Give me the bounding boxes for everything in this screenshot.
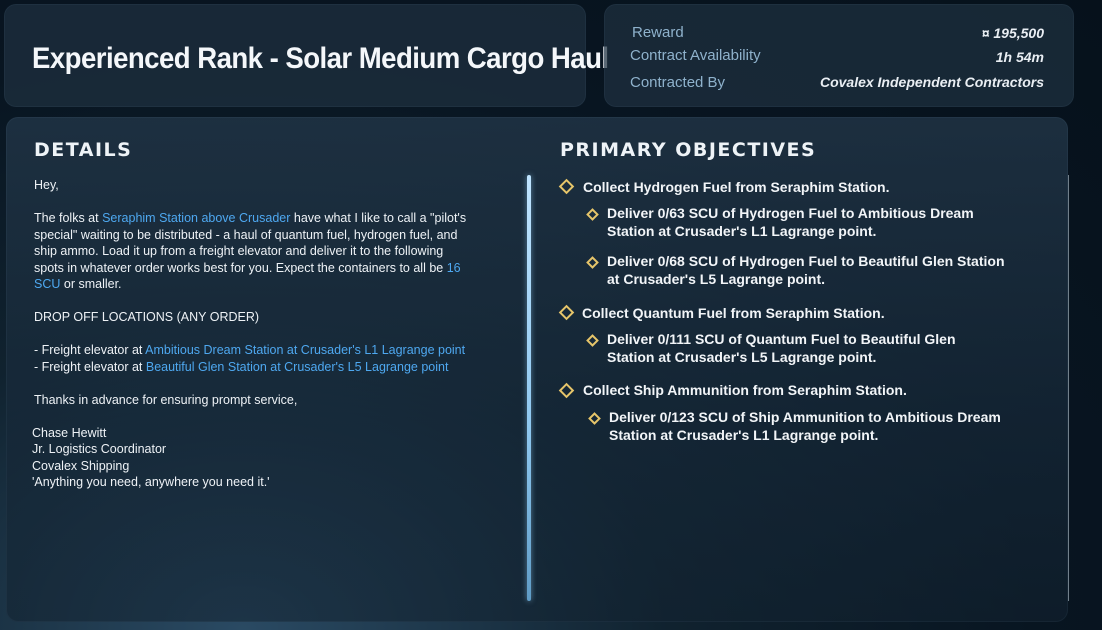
details-body[interactable]: Hey, The folks at Seraphim Station above… [32, 177, 474, 507]
objectives-heading: PRIMARY OBJECTIVES [560, 139, 817, 161]
objective-main-2: Collect Quantum Fuel from Seraphim Stati… [582, 305, 885, 321]
ambitious-dream-link[interactable]: Ambitious Dream Station at Crusader's L1… [145, 343, 465, 357]
sub-objective-marker-icon [586, 256, 599, 269]
thanks-text: Thanks in advance for ensuring prompt se… [34, 392, 298, 407]
dropoff-item-2: - Freight elevator at Beautiful Glen Sta… [34, 359, 449, 374]
dropoff-heading: DROP OFF LOCATIONS (ANY ORDER) [34, 310, 260, 324]
details-heading: DETAILS [34, 139, 133, 161]
greeting: Hey, [34, 178, 59, 192]
sub-objective-marker-icon [586, 334, 599, 347]
details-paragraph: The folks at Seraphim Station above Crus… [34, 211, 467, 291]
contract-info-panel: Reward ¤ 195,500 Contract Availability 1… [604, 4, 1074, 107]
contract-main-panel: DETAILS Hey, The folks at Seraphim Stati… [6, 117, 1069, 622]
details-scrollbar[interactable] [527, 175, 531, 601]
objective-sub-2-1: Deliver 0/111 SCU of Quantum Fuel to Bea… [607, 331, 956, 365]
signature-name: Chase Hewitt [32, 425, 107, 440]
objective-main-3: Collect Ship Ammunition from Seraphim St… [583, 382, 907, 398]
seraphim-station-link[interactable]: Seraphim Station above Crusader [102, 211, 290, 225]
objective-sub-3-1: Deliver 0/123 SCU of Ship Ammunition to … [609, 409, 1001, 443]
sub-objective-marker-icon [586, 208, 599, 221]
signature-motto: 'Anything you need, anywhere you need it… [32, 475, 270, 489]
contract-title: Experienced Rank - Solar Medium Cargo Ha… [32, 42, 609, 75]
title-panel: Experienced Rank - Solar Medium Cargo Ha… [4, 4, 609, 107]
sub-objective-marker-icon [588, 412, 601, 425]
dropoff-item-1: - Freight elevator at Ambitious Dream St… [34, 343, 466, 357]
availability-value: 1h 54m [995, 49, 1044, 65]
objectives-frame-edge [1036, 175, 1069, 601]
objective-sub-1-1: Deliver 0/63 SCU of Hydrogen Fuel to Amb… [607, 205, 974, 239]
contracted-by-label: Contracted By [630, 74, 726, 91]
signature-company: Covalex Shipping [32, 458, 130, 473]
signature-title: Jr. Logistics Coordinator [32, 442, 167, 456]
signature: Chase Hewitt Jr. Logistics Coordinator C… [32, 425, 474, 491]
contracted-by-value: Covalex Independent Contractors [819, 74, 1044, 90]
reward-label: Reward [632, 24, 684, 41]
objective-sub-1-2: Deliver 0/68 SCU of Hydrogen Fuel to Bea… [607, 253, 1005, 287]
objective-main-1: Collect Hydrogen Fuel from Seraphim Stat… [583, 179, 890, 195]
reward-value: ¤ 195,500 [981, 25, 1044, 41]
dropoff-list: - Freight elevator at Ambitious Dream St… [34, 342, 474, 375]
objective-marker-icon [558, 382, 575, 399]
objective-marker-icon [558, 178, 575, 195]
beautiful-glen-link[interactable]: Beautiful Glen Station at Crusader's L5 … [146, 360, 449, 374]
availability-label: Contract Availability [630, 47, 761, 64]
objective-marker-icon [558, 304, 575, 321]
